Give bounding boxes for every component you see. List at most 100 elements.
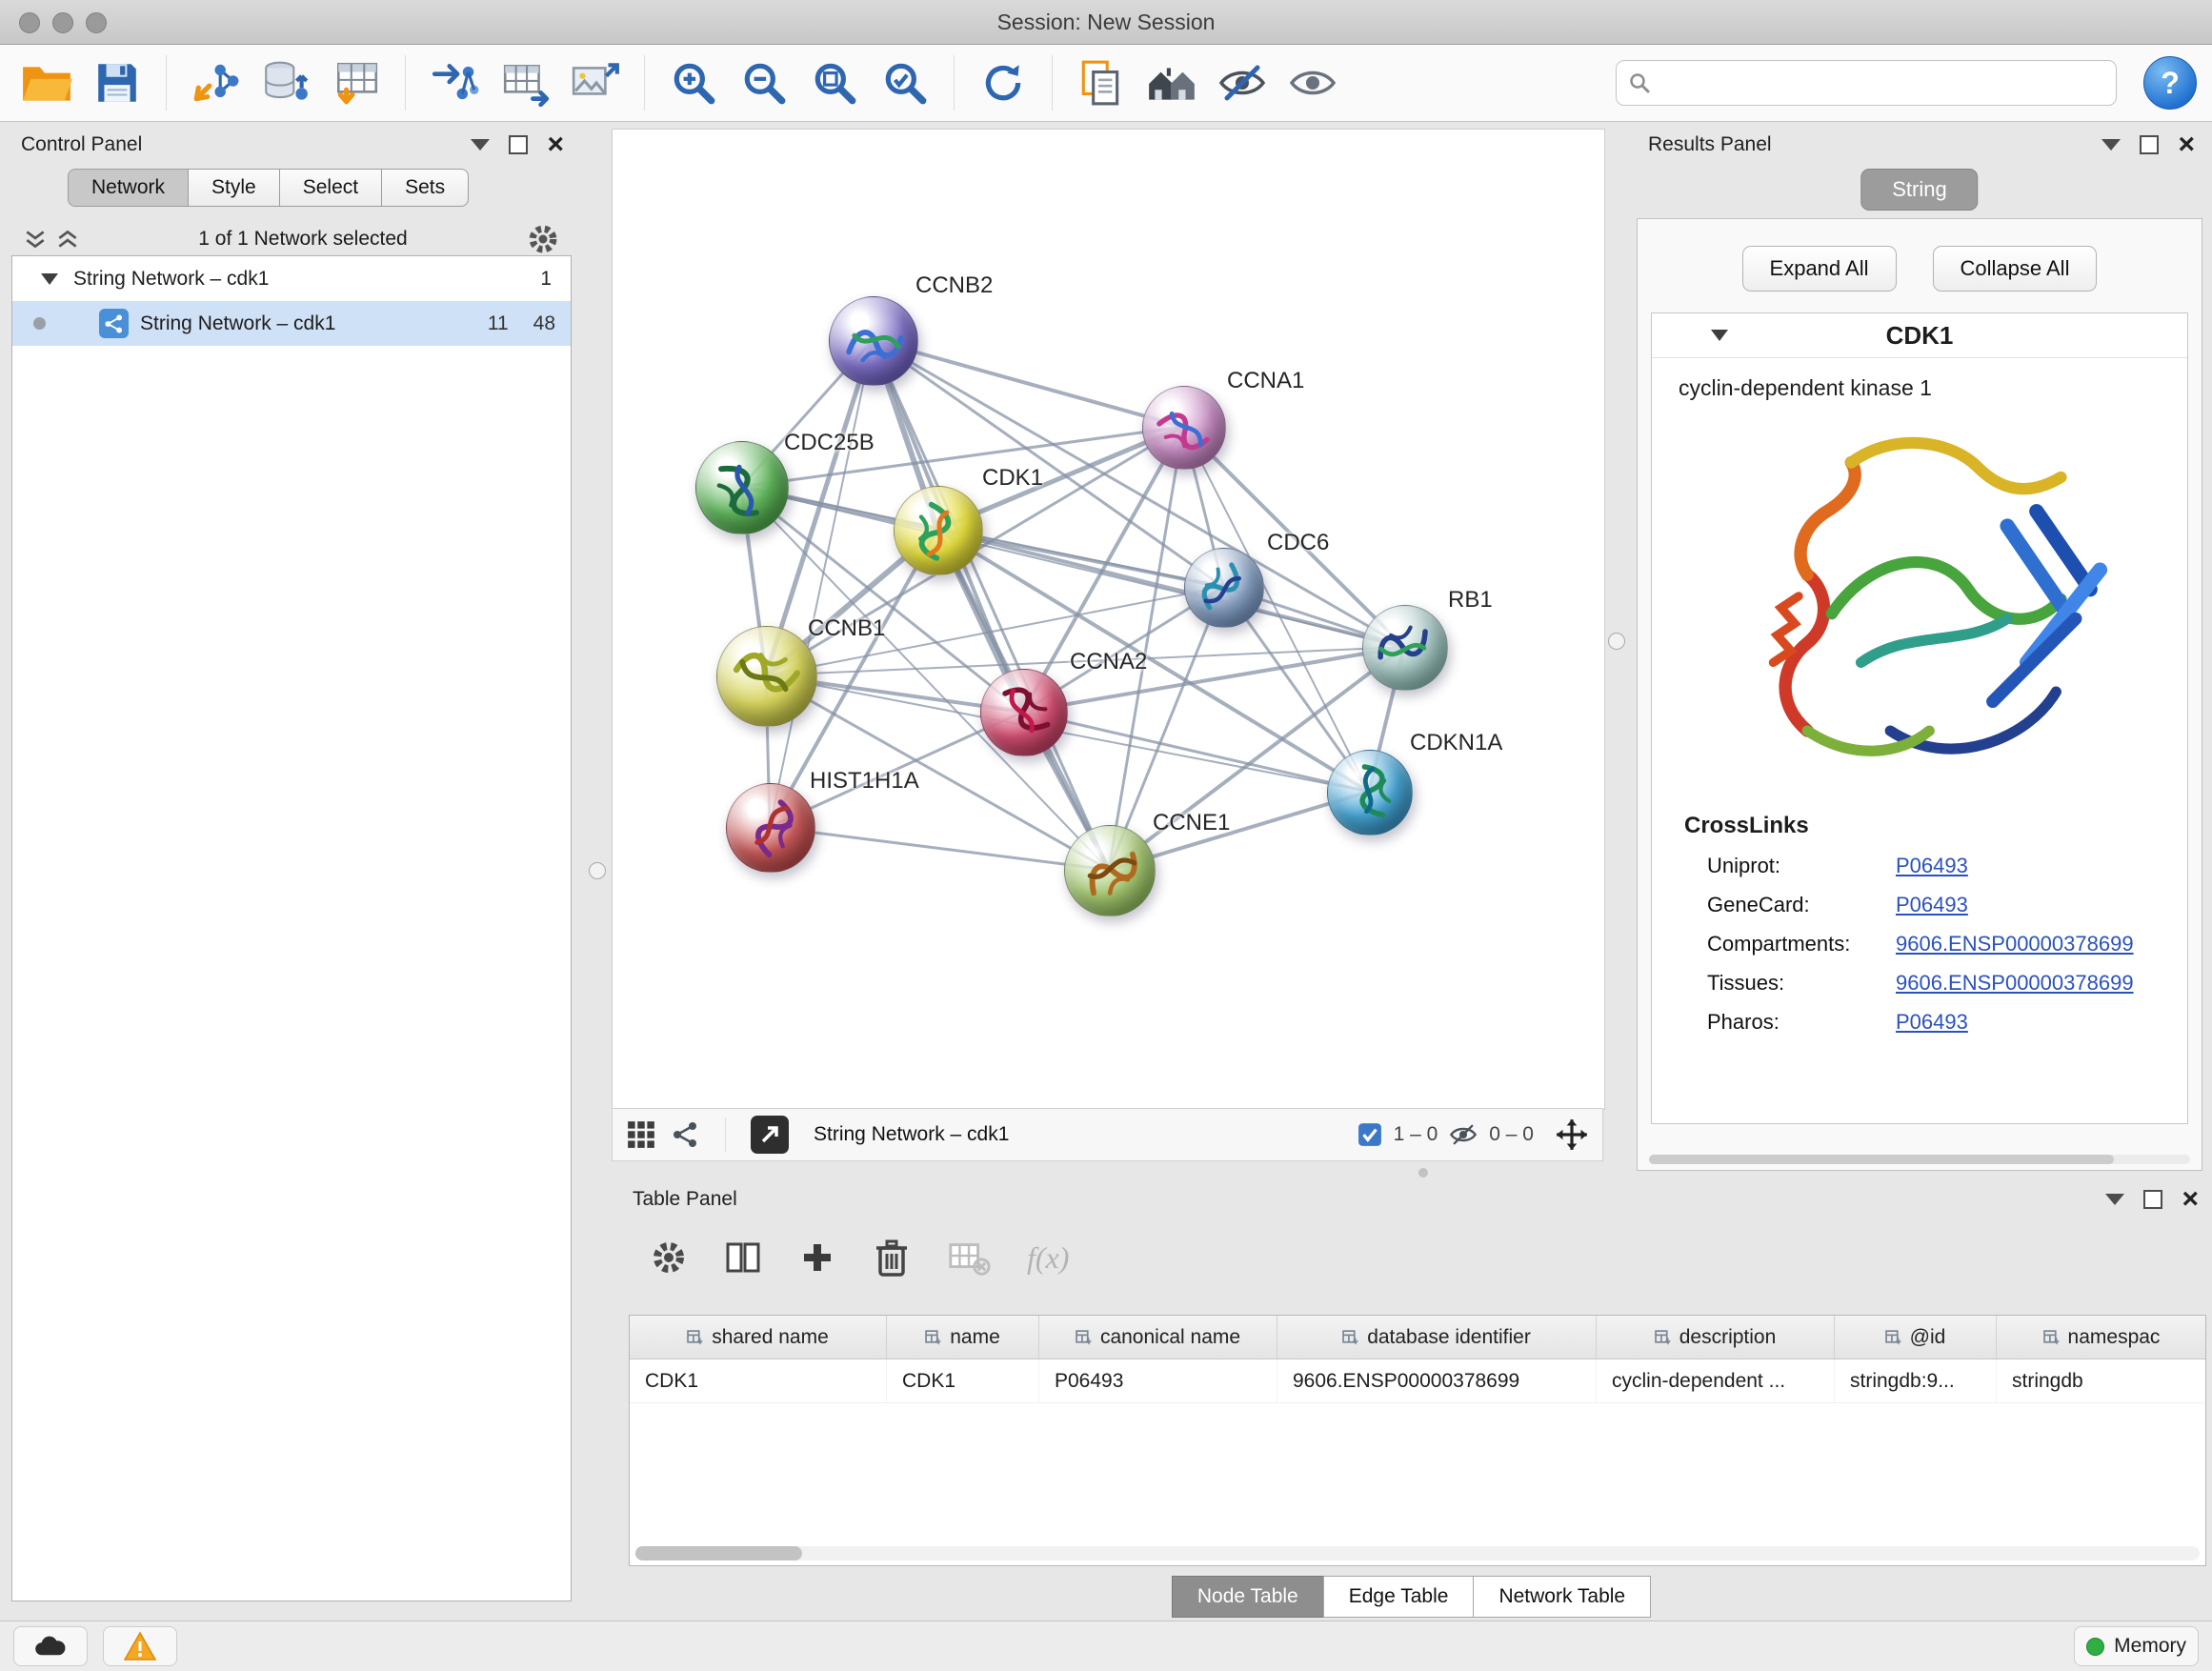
share-view-icon[interactable] (672, 1120, 700, 1149)
results-scroll-thumb[interactable] (1649, 1155, 2114, 1164)
tab-edge-table[interactable]: Edge Table (1323, 1576, 1475, 1618)
network-node-cdkn1a[interactable] (1327, 750, 1413, 836)
hidden-eye-slash-icon[interactable] (1449, 1122, 1478, 1147)
warnings-button[interactable] (103, 1626, 177, 1666)
titlebar: Session: New Session (0, 0, 2212, 45)
homes-button[interactable] (1140, 52, 1203, 113)
collapse-all-button[interactable]: Collapse All (1933, 246, 2098, 292)
table-horizontal-scrollbar[interactable] (635, 1546, 2200, 1560)
network-row-selected[interactable]: String Network – cdk1 11 48 (12, 301, 571, 346)
network-collection-row[interactable]: String Network – cdk1 1 (12, 256, 571, 301)
crosslink-link[interactable]: 9606.ENSP00000378699 (1896, 932, 2134, 956)
gear-icon[interactable] (526, 222, 560, 256)
expand-all-icon[interactable] (55, 229, 80, 250)
delete-column-trash-icon[interactable] (873, 1237, 911, 1278)
memory-button[interactable]: Memory (2074, 1626, 2199, 1666)
column-header--id[interactable]: @id (1835, 1316, 1997, 1359)
export-table-button[interactable] (493, 52, 556, 113)
save-session-button[interactable] (86, 52, 149, 113)
search-input[interactable] (1660, 70, 2104, 95)
grid-view-icon[interactable] (626, 1119, 656, 1150)
collection-expand-icon[interactable] (41, 273, 58, 285)
node-table: shared namenamecanonical name database id… (629, 1315, 2206, 1566)
table-scroll-thumb[interactable] (635, 1546, 802, 1560)
tab-network[interactable]: Network (68, 169, 189, 207)
column-header-description[interactable]: description (1597, 1316, 1835, 1359)
export-image-button[interactable] (564, 52, 627, 113)
crosslink-link[interactable]: P06493 (1896, 854, 1968, 878)
horizontal-splitter-handle[interactable] (1418, 1168, 1428, 1178)
network-node-cdc6[interactable] (1184, 548, 1264, 628)
show-columns-icon[interactable] (724, 1238, 762, 1277)
crosslink-link[interactable]: P06493 (1896, 1010, 1968, 1035)
panel-menu-icon[interactable] (2101, 139, 2121, 151)
network-node-ccne1[interactable] (1064, 825, 1156, 916)
column-header-database-identifier[interactable]: database identifier (1277, 1316, 1597, 1359)
network-node-ccnb1[interactable] (716, 626, 817, 727)
zoom-window-button[interactable] (86, 12, 107, 33)
zoom-fit-button[interactable] (803, 52, 866, 113)
network-edge[interactable] (770, 340, 873, 827)
add-column-plus-icon[interactable] (798, 1238, 836, 1277)
refresh-button[interactable] (972, 52, 1035, 113)
help-button[interactable]: ? (2143, 56, 2197, 110)
protein-card-header[interactable]: CDK1 (1652, 313, 2187, 358)
network-node-ccna1[interactable] (1142, 386, 1226, 470)
tab-style[interactable]: Style (188, 169, 280, 207)
network-node-cdk1[interactable] (894, 486, 983, 575)
network-node-rb1[interactable] (1362, 605, 1448, 691)
column-header-shared-name[interactable]: shared name (630, 1316, 887, 1359)
panel-float-icon[interactable] (2143, 1190, 2162, 1209)
zoom-in-button[interactable] (662, 52, 725, 113)
network-node-cdc25b[interactable] (695, 441, 789, 534)
left-splitter-handle[interactable] (589, 862, 606, 879)
zoom-selected-button[interactable] (874, 52, 936, 113)
zoom-out-button[interactable] (733, 52, 795, 113)
panel-menu-icon[interactable] (2105, 1194, 2124, 1205)
panel-close-icon[interactable]: × (2182, 1190, 2199, 1209)
close-window-button[interactable] (19, 12, 40, 33)
show-all-button[interactable] (1281, 52, 1344, 113)
crosslink-link[interactable]: 9606.ENSP00000378699 (1896, 971, 2134, 996)
table-cell: cyclin-dependent ... (1597, 1359, 1835, 1402)
network-node-hist1h1a[interactable] (726, 783, 815, 873)
panel-menu-icon[interactable] (471, 139, 490, 151)
tab-network-table[interactable]: Network Table (1473, 1576, 1651, 1618)
network-edge[interactable] (873, 340, 1183, 427)
minimize-window-button[interactable] (52, 12, 73, 33)
network-canvas[interactable]: CCNB2CCNA1CDC25BCDK1CDC6RB1CCNB1CCNA2CDK… (612, 129, 1605, 1110)
panel-close-icon[interactable]: × (2178, 135, 2195, 154)
table-settings-gear-icon[interactable] (650, 1238, 688, 1277)
import-network-database-button[interactable] (254, 52, 317, 113)
pan-move-icon[interactable] (1555, 1117, 1589, 1152)
duplicate-button[interactable] (1070, 52, 1133, 113)
cloud-status-button[interactable] (13, 1626, 88, 1666)
import-network-file-button[interactable] (184, 52, 247, 113)
tab-select[interactable]: Select (279, 169, 382, 207)
card-expand-icon[interactable] (1711, 330, 1728, 341)
crosslink-link[interactable]: P06493 (1896, 893, 1968, 917)
network-node-ccnb2[interactable] (829, 296, 918, 386)
network-node-ccna2[interactable] (980, 669, 1068, 756)
collapse-all-icon[interactable] (23, 229, 48, 250)
table-row[interactable]: CDK1CDK1P064939606.ENSP00000378699cyclin… (630, 1359, 2205, 1403)
panel-float-icon[interactable] (509, 135, 528, 154)
open-session-button[interactable] (15, 52, 78, 113)
import-table-file-button[interactable] (325, 52, 388, 113)
column-header-name[interactable]: name (887, 1316, 1039, 1359)
results-scrollbar[interactable] (1649, 1155, 2190, 1164)
tab-sets[interactable]: Sets (381, 169, 469, 207)
panel-float-icon[interactable] (2140, 135, 2159, 154)
tab-string[interactable]: String (1860, 169, 1978, 211)
tab-node-table[interactable]: Node Table (1172, 1576, 1324, 1618)
column-header-canonical-name[interactable]: canonical name (1039, 1316, 1277, 1359)
detach-view-button[interactable] (751, 1116, 789, 1154)
right-splitter-handle[interactable] (1608, 633, 1625, 650)
expand-all-button[interactable]: Expand All (1742, 246, 1897, 292)
selected-checkbox-icon[interactable] (1357, 1122, 1382, 1147)
hide-selected-button[interactable] (1211, 52, 1274, 113)
panel-close-icon[interactable]: × (547, 135, 564, 154)
new-network-button[interactable] (423, 52, 486, 113)
column-header-namespac[interactable]: namespac (1997, 1316, 2206, 1359)
column-label: database identifier (1367, 1326, 1531, 1349)
